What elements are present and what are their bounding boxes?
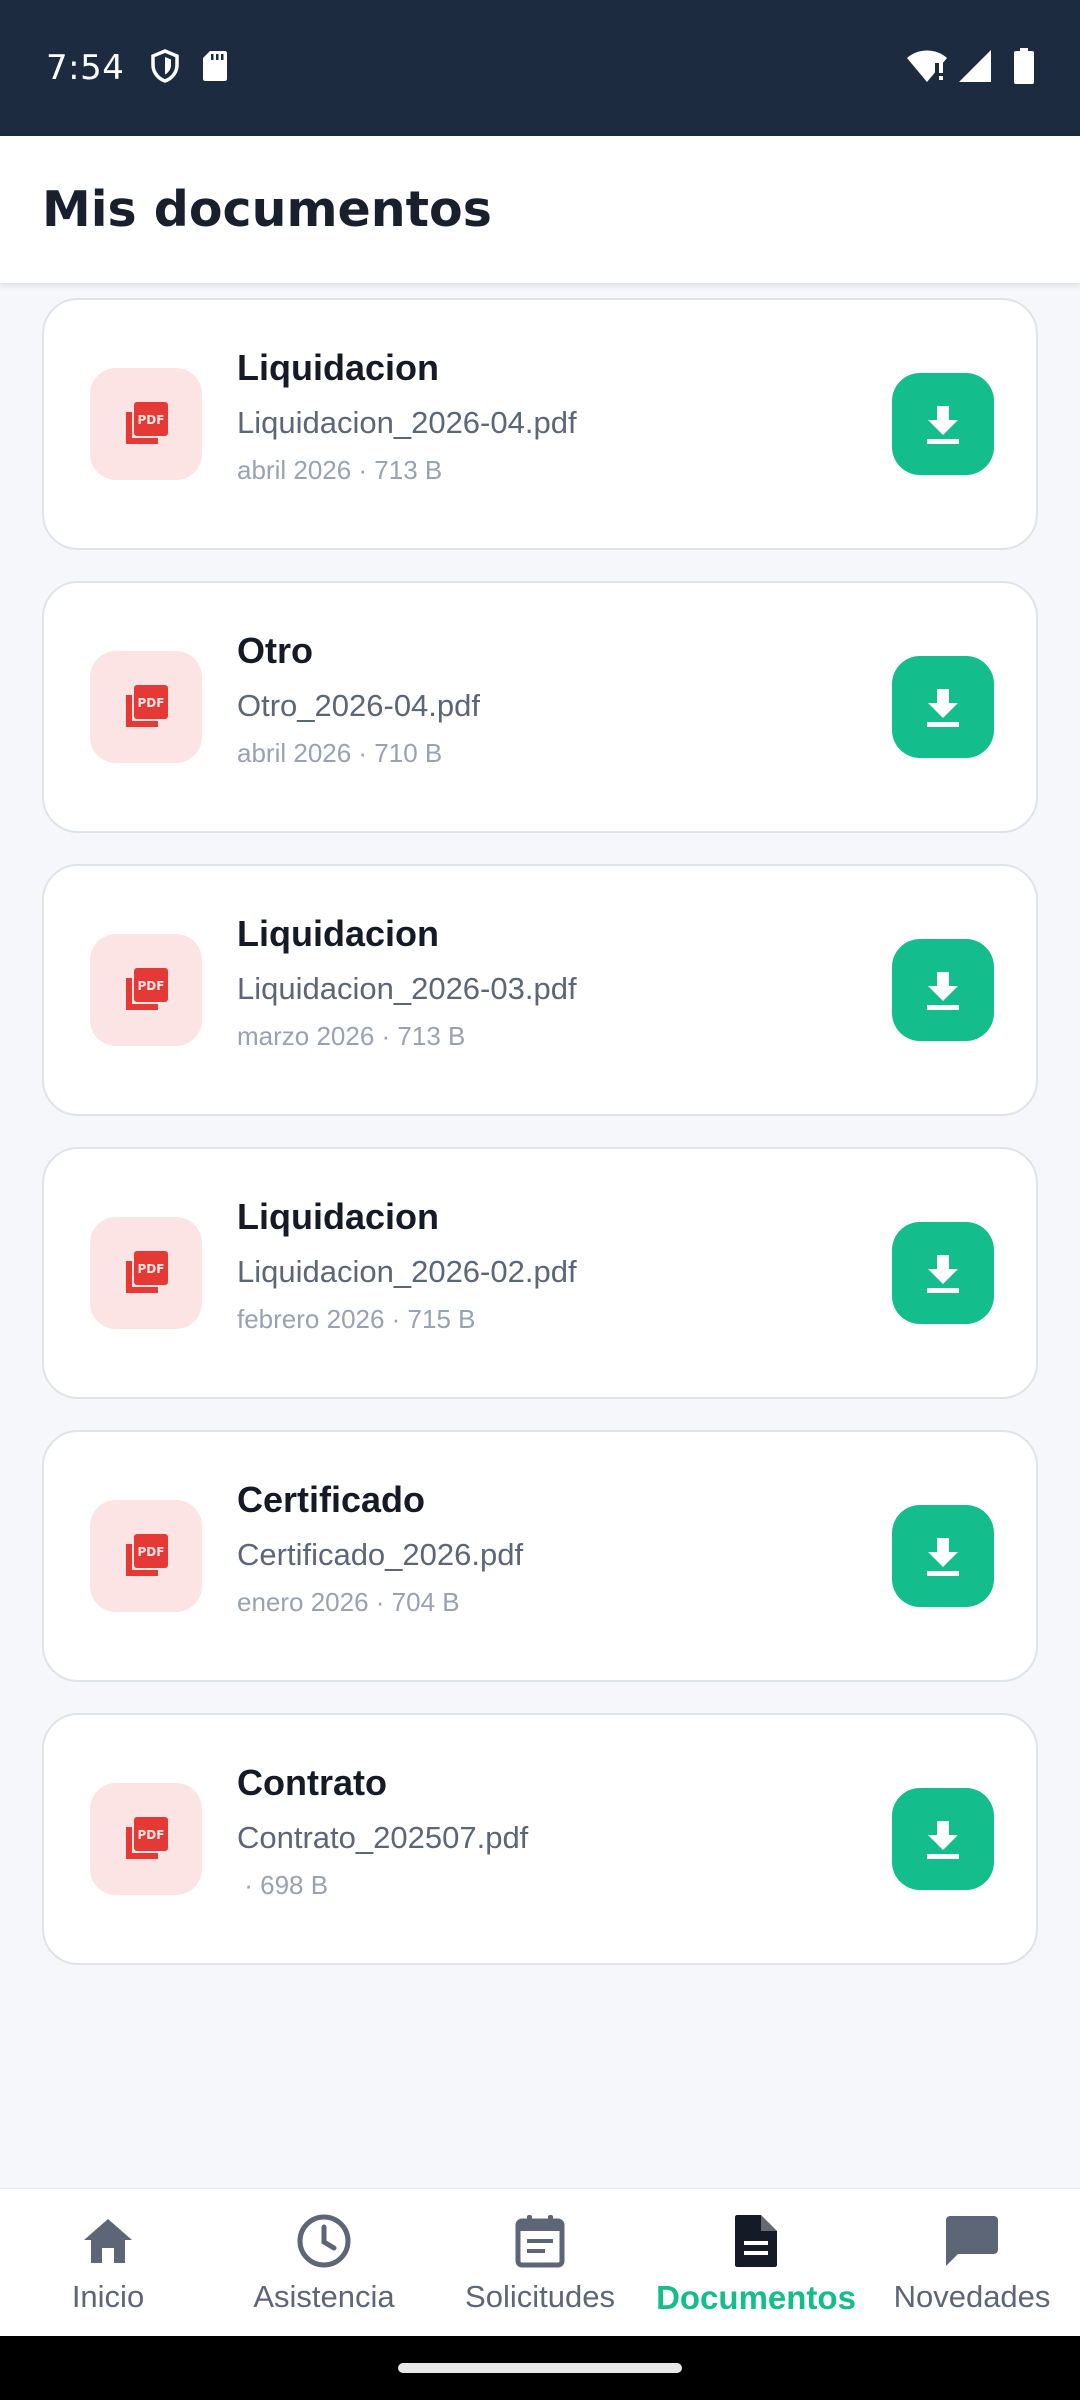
page-title: Mis documentos bbox=[42, 181, 492, 238]
download-button[interactable] bbox=[892, 1222, 994, 1324]
svg-text:PDF: PDF bbox=[138, 696, 165, 710]
battery-icon bbox=[1014, 47, 1034, 89]
document-meta: abril 2026 · 713 B bbox=[237, 455, 443, 485]
chat-icon bbox=[944, 2211, 1000, 2271]
nav-item-novedades[interactable]: Novedades bbox=[864, 2189, 1080, 2336]
wifi-alert-icon bbox=[906, 49, 948, 88]
pdf-icon: PDF bbox=[90, 1500, 202, 1612]
nav-label: Documentos bbox=[656, 2279, 856, 2316]
nav-label: Inicio bbox=[71, 2279, 145, 2314]
document-filename: Otro_2026-04.pdf bbox=[237, 688, 481, 723]
nav-item-solicitudes[interactable]: Solicitudes bbox=[432, 2189, 648, 2336]
download-button[interactable] bbox=[892, 1505, 994, 1607]
document-icon bbox=[733, 2211, 779, 2271]
nav-label: Novedades bbox=[893, 2279, 1051, 2314]
status-time: 7:54 bbox=[46, 48, 125, 88]
svg-text:PDF: PDF bbox=[138, 413, 165, 427]
pdf-icon: PDF bbox=[90, 368, 202, 480]
gesture-bar bbox=[0, 2336, 1080, 2400]
nav-item-asistencia[interactable]: Asistencia bbox=[216, 2189, 432, 2336]
nav-label: Asistencia bbox=[253, 2279, 395, 2314]
pdf-icon: PDF bbox=[90, 934, 202, 1046]
clock-icon bbox=[296, 2211, 352, 2271]
document-meta: marzo 2026 · 713 B bbox=[237, 1021, 466, 1051]
app-bar: Mis documentos bbox=[0, 136, 1080, 283]
document-list: PDF Liquidacion Liquidacion_2026-04.pdf … bbox=[42, 298, 1038, 1996]
nav-item-documentos[interactable]: Documentos bbox=[648, 2189, 864, 2336]
document-title: Liquidacion bbox=[237, 347, 439, 388]
shield-icon bbox=[150, 48, 180, 88]
svg-text:PDF: PDF bbox=[138, 1262, 165, 1276]
document-meta: · 698 B bbox=[237, 1870, 329, 1900]
status-bar: 7:54 bbox=[0, 0, 1080, 136]
gesture-handle[interactable] bbox=[398, 2363, 682, 2373]
download-button[interactable] bbox=[892, 373, 994, 475]
document-filename: Liquidacion_2026-02.pdf bbox=[237, 1254, 577, 1289]
download-icon bbox=[927, 1821, 959, 1859]
document-title: Contrato bbox=[237, 1762, 387, 1803]
pdf-icon: PDF bbox=[90, 651, 202, 763]
document-meta: febrero 2026 · 715 B bbox=[237, 1304, 476, 1334]
nav-item-inicio[interactable]: Inicio bbox=[0, 2189, 216, 2336]
document-title: Otro bbox=[237, 630, 313, 671]
download-icon bbox=[927, 406, 959, 444]
bottom-nav: Inicio Asistencia Solicitudes Documentos… bbox=[0, 2188, 1080, 2336]
svg-text:PDF: PDF bbox=[138, 1828, 165, 1842]
document-card[interactable]: PDF Otro Otro_2026-04.pdf abril 2026 · 7… bbox=[42, 581, 1038, 833]
document-card[interactable]: PDF Contrato Contrato_202507.pdf · 698 B bbox=[42, 1713, 1038, 1965]
calendar-icon bbox=[514, 2211, 566, 2271]
document-card[interactable]: PDF Liquidacion Liquidacion_2026-02.pdf … bbox=[42, 1147, 1038, 1399]
pdf-icon: PDF bbox=[90, 1783, 202, 1895]
document-title: Certificado bbox=[237, 1479, 426, 1520]
document-filename: Liquidacion_2026-03.pdf bbox=[237, 971, 577, 1006]
download-icon bbox=[927, 972, 959, 1010]
svg-text:PDF: PDF bbox=[138, 979, 165, 993]
document-title: Liquidacion bbox=[237, 913, 439, 954]
home-icon bbox=[81, 2211, 135, 2271]
download-button[interactable] bbox=[892, 656, 994, 758]
download-button[interactable] bbox=[892, 939, 994, 1041]
download-button[interactable] bbox=[892, 1788, 994, 1890]
document-card[interactable]: PDF Liquidacion Liquidacion_2026-03.pdf … bbox=[42, 864, 1038, 1116]
document-meta: enero 2026 · 704 B bbox=[237, 1587, 460, 1617]
document-title: Liquidacion bbox=[237, 1196, 439, 1237]
download-icon bbox=[927, 1538, 959, 1576]
download-icon bbox=[927, 689, 959, 727]
document-meta: abril 2026 · 710 B bbox=[237, 738, 443, 768]
download-icon bbox=[927, 1255, 959, 1293]
signal-icon bbox=[958, 49, 992, 88]
pdf-icon: PDF bbox=[90, 1217, 202, 1329]
nav-label: Solicitudes bbox=[465, 2279, 615, 2314]
document-filename: Liquidacion_2026-04.pdf bbox=[237, 405, 577, 440]
document-card[interactable]: PDF Liquidacion Liquidacion_2026-04.pdf … bbox=[42, 298, 1038, 550]
document-filename: Contrato_202507.pdf bbox=[237, 1820, 529, 1855]
svg-text:PDF: PDF bbox=[138, 1545, 165, 1559]
document-card[interactable]: PDF Certificado Certificado_2026.pdf ene… bbox=[42, 1430, 1038, 1682]
document-filename: Certificado_2026.pdf bbox=[237, 1537, 524, 1572]
sd-card-icon bbox=[202, 50, 228, 87]
